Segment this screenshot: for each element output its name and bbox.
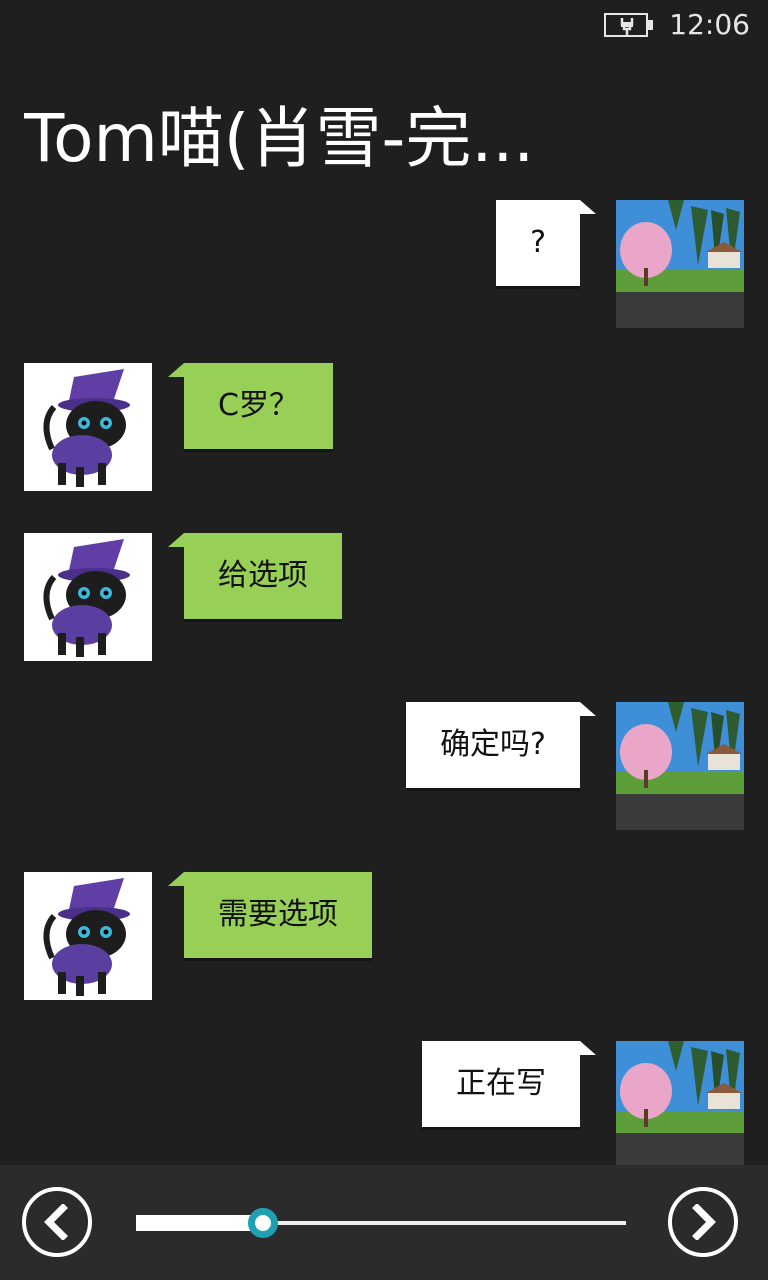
prev-button[interactable]	[22, 1187, 92, 1257]
message-text: ?	[530, 225, 546, 260]
message-bubble[interactable]: 需要选项	[184, 872, 372, 958]
message-bubble[interactable]: ?	[496, 200, 580, 286]
message-text: 确定吗?	[440, 727, 546, 762]
message-row: 给选项	[0, 533, 768, 663]
my-avatar[interactable]	[616, 200, 744, 328]
my-avatar[interactable]	[616, 1041, 744, 1169]
bubble-tail	[580, 1041, 596, 1055]
battery-charging-icon	[604, 13, 653, 37]
message-text: 需要选项	[218, 897, 338, 932]
status-bar: 12:06	[0, 0, 768, 50]
status-clock: 12:06	[669, 8, 750, 41]
my-avatar[interactable]	[616, 702, 744, 830]
slider-thumb[interactable]	[248, 1208, 279, 1238]
bubble-tail	[580, 200, 596, 214]
bubble-tail	[168, 533, 184, 547]
chevron-left-icon	[44, 1204, 68, 1240]
contact-avatar[interactable]	[24, 872, 152, 1000]
bubble-tail	[580, 702, 596, 716]
contact-avatar[interactable]	[24, 533, 152, 661]
slider-fill	[136, 1215, 264, 1231]
message-row: 需要选项	[0, 872, 768, 1002]
message-text: C罗？	[218, 388, 299, 423]
message-row: ?	[0, 200, 768, 330]
contact-avatar[interactable]	[24, 363, 152, 491]
next-button[interactable]	[668, 1187, 738, 1257]
bubble-tail	[168, 872, 184, 886]
bubble-tail	[168, 363, 184, 377]
conversation-title: Tom喵(肖雪-完...	[24, 100, 535, 177]
message-row: 确定吗?	[0, 702, 768, 832]
message-row: C罗？	[0, 363, 768, 493]
message-bubble[interactable]: 正在写	[422, 1041, 580, 1127]
message-bubble[interactable]: 确定吗?	[406, 702, 580, 788]
message-text: 给选项	[218, 558, 308, 593]
message-bubble[interactable]: C罗？	[184, 363, 333, 449]
bottom-bar	[0, 1165, 768, 1280]
message-row: 正在写	[0, 1041, 768, 1171]
message-text: 正在写	[456, 1066, 546, 1101]
chevron-right-icon	[692, 1204, 716, 1240]
message-bubble[interactable]: 给选项	[184, 533, 342, 619]
